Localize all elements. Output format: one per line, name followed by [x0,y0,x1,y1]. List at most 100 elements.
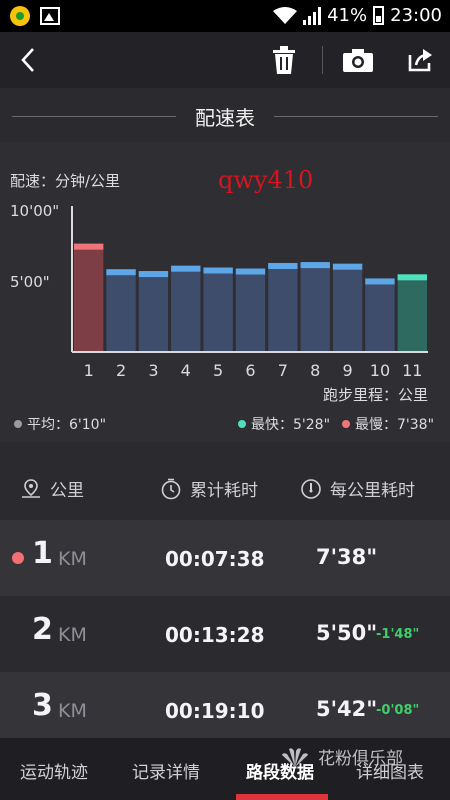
bar-km-4 [171,265,201,351]
row-pace: 5'50" [316,621,378,645]
bar-cap-km-3 [138,271,169,278]
x-tick-label: 6 [245,361,255,380]
pace-bar-chart: 10'00" 5'00" 1 2 3 4 5 6 7 8 9 10 11 跑步里程：公里 [10,202,428,404]
chart-unit-label: 配速：分钟/公里 [10,172,121,190]
header-km-label: 公里 [50,481,84,501]
title-line-right [274,116,438,117]
brand-label: 花粉俱乐部 [318,749,403,769]
tab-record-details[interactable]: 记录详情 [132,758,200,783]
x-tick-label: 4 [181,361,191,380]
stopwatch-icon [161,478,181,499]
bar-km-3 [138,271,169,351]
header-pace-label: 每公里耗时 [330,481,415,501]
x-tick-label: 7 [278,361,288,380]
row-km: 1 [32,536,53,571]
x-tick-label: 10 [370,361,390,380]
bar-km-9 [332,263,363,351]
row-pace: 7'38" [316,545,378,569]
bar-km-5 [203,267,233,351]
table-row[interactable]: 1 KM 00:07:38 7'38" [0,520,450,596]
row-km: 3 [32,688,53,723]
bar-cap-km-4 [171,265,201,272]
table-row[interactable]: 3 KM 00:19:10 5'42" -0'08" [0,672,450,748]
header-total-time-label: 累计耗时 [190,481,258,501]
status-indicators: 41% 23:00 [273,5,442,26]
header-total-time: 累计耗时 [160,476,258,501]
back-arrow-icon [21,48,34,72]
gauge-icon [301,478,321,499]
signal-icon [303,6,322,25]
header-pace: 每公里耗时 [300,476,415,501]
row-unit: KM [58,700,87,722]
tab-track[interactable]: 运动轨迹 [20,758,88,783]
slowest-pace-label: 最慢：7'38" [355,417,435,433]
row-total-time: 00:13:28 [165,623,265,647]
notification-icons [10,6,60,26]
y-tick-label: 5'00" [10,273,50,291]
toolbar-divider [322,46,323,74]
bar-cap-km-1 [74,243,104,250]
x-tick-label: 9 [342,361,352,380]
bar-km-1 [74,243,104,351]
active-tab-indicator [236,794,328,800]
camera-button[interactable] [338,40,378,80]
bar-km-11 [397,274,427,351]
battery-percent: 41% [327,5,368,26]
x-tick-label: 5 [213,361,223,380]
row-unit: KM [58,548,87,570]
bar-cap-km-10 [365,278,395,285]
avg-pace: 平均：6'10" [14,414,106,434]
avg-dot-icon [14,420,22,428]
bar-km-8 [300,262,330,351]
slowest-marker-icon [12,552,24,564]
clock: 23:00 [390,5,442,26]
x-tick-label: 11 [402,361,422,380]
delete-button[interactable] [264,40,304,80]
row-total-time: 00:19:10 [165,699,265,723]
table-row[interactable]: 2 KM 00:13:28 5'50" -1'48" [0,596,450,672]
trash-icon [273,46,295,74]
y-tick-label: 10'00" [10,202,59,220]
bar-cap-km-7 [268,262,298,269]
camera-icon [343,49,373,72]
bar-km-10 [365,278,395,351]
location-pin-icon [22,478,40,498]
row-pace: 5'42" [316,697,378,721]
bar-km-2 [106,269,136,351]
x-tick-label: 8 [310,361,320,380]
bar-cap-km-8 [300,262,330,269]
battery-icon [373,6,385,25]
row-pace-diff: -0'08" [376,703,420,718]
fastest-pace-label: 最快：5'28" [251,417,331,433]
wifi-icon [273,6,298,24]
row-unit: KM [58,624,87,646]
fastest-dot-icon [238,420,246,428]
share-icon [408,49,432,72]
row-km: 2 [32,612,53,647]
bar-cap-km-2 [106,269,136,276]
huawei-logo-icon [282,747,308,767]
bar-cap-km-11 [397,274,427,281]
row-total-time: 00:07:38 [165,547,265,571]
brand-watermark: 花粉俱乐部 [280,744,403,769]
section-title: 配速表 [0,100,450,132]
header-km: 公里 [20,476,84,501]
back-button[interactable] [8,40,48,80]
x-axis-label: 跑步里程：公里 [323,386,428,404]
fastest-pace: 最快：5'28" [238,414,330,434]
share-button[interactable] [400,40,440,80]
bar-cap-km-5 [203,267,233,274]
bar-km-6 [235,268,266,351]
app-notification-icon [10,6,30,26]
slowest-dot-icon [342,420,350,428]
row-pace-diff: -1'48" [376,627,420,642]
x-tick-label: 1 [84,361,94,380]
x-tick-label: 3 [148,361,158,380]
slowest-pace: 最慢：7'38" [342,414,434,434]
toolbar [0,32,450,88]
bar-km-7 [268,262,298,351]
image-notification-icon [40,7,60,25]
table-header: 公里 累计耗时 每公里耗时 [0,466,450,510]
bar-cap-km-6 [235,268,266,275]
bar-cap-km-9 [332,263,363,270]
